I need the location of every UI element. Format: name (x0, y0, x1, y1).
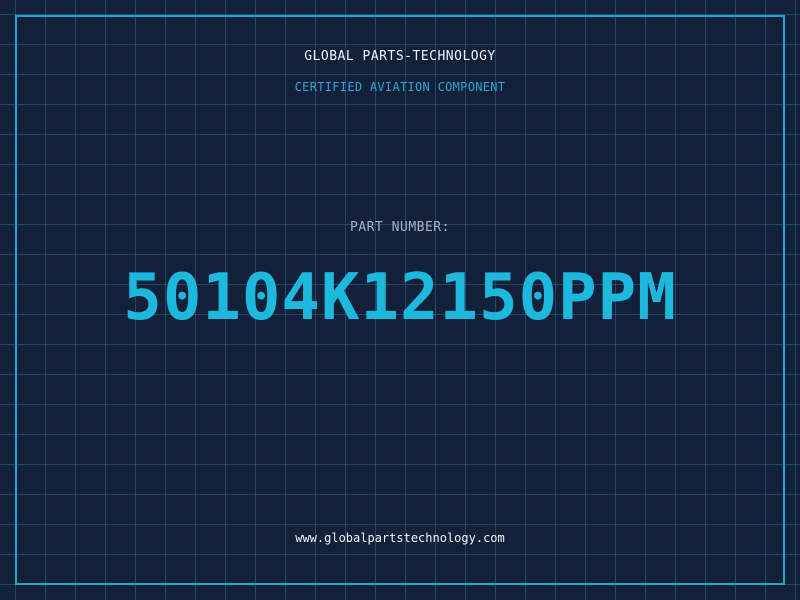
website-url: www.globalpartstechnology.com (295, 531, 505, 545)
part-number-label: PART NUMBER: (350, 220, 450, 235)
part-number-value: 50104K12150PPM (123, 261, 677, 335)
company-name: GLOBAL PARTS-TECHNOLOGY (304, 49, 496, 64)
part-label-card: GLOBAL PARTS-TECHNOLOGY CERTIFIED AVIATI… (0, 0, 800, 600)
certification-subtitle: CERTIFIED AVIATION COMPONENT (294, 80, 506, 94)
